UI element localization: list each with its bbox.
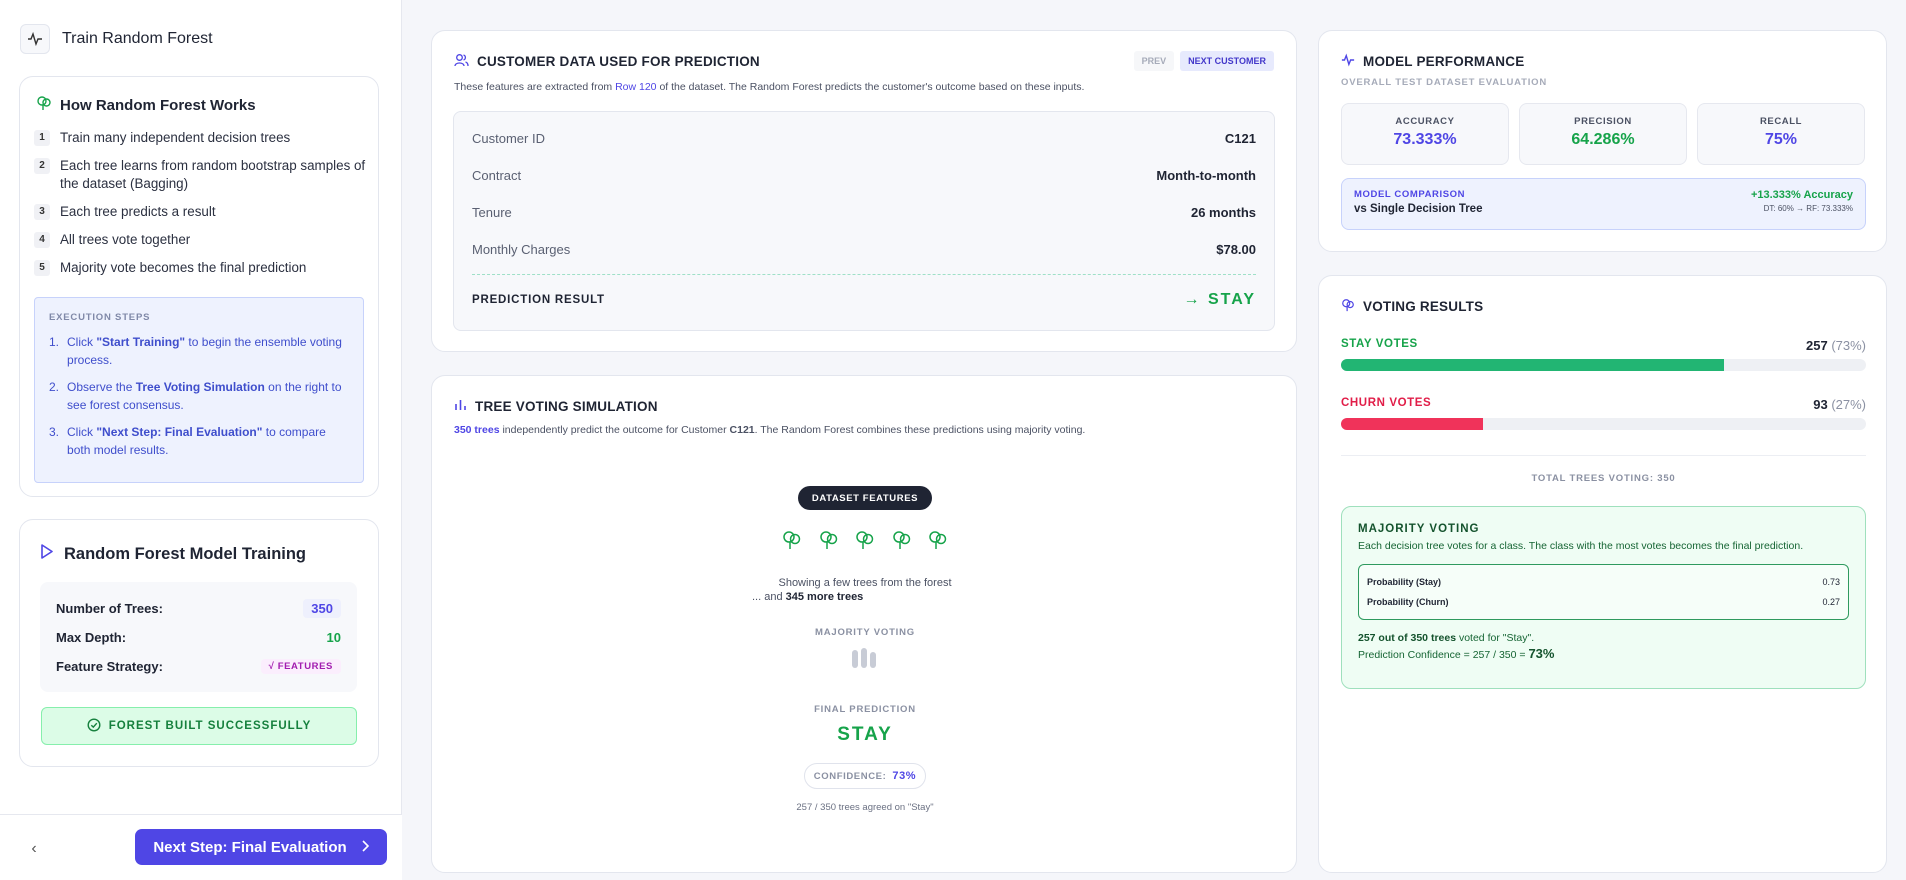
users-icon xyxy=(454,53,469,70)
list-item: 4 All trees vote together xyxy=(34,231,368,249)
model-training-card: Random Forest Model Training Number of T… xyxy=(19,519,379,767)
training-params: Number of Trees: 350 Max Depth: 10 Feature… xyxy=(40,582,357,692)
churn-votes-fill xyxy=(1341,418,1483,430)
customer-data-table: Customer ID C121 Contract Month-to-month T… xyxy=(453,111,1275,331)
metric-accuracy: ACCURACY 73.333% xyxy=(1341,103,1509,165)
model-performance-heading: MODEL PERFORMANCE xyxy=(1341,53,1524,70)
prediction-result-row: PREDICTION RESULT → STAY xyxy=(472,274,1256,316)
confidence-pill: CONFIDENCE: 73% xyxy=(804,763,926,789)
how-it-works-title: How Random Forest Works xyxy=(60,96,256,114)
customer-data-subtext: These features are extracted from Row 12… xyxy=(454,81,1085,93)
list-item: 3 Each tree predicts a result xyxy=(34,203,368,221)
final-prediction-value: STAY xyxy=(837,724,893,745)
stay-votes-bar xyxy=(1341,359,1866,371)
metric-precision: PRECISION 64.286% xyxy=(1519,103,1687,165)
tree-icon xyxy=(892,530,912,555)
customer-nav: PREV NEXT CUSTOMER xyxy=(1133,51,1274,71)
prev-customer-button[interactable]: PREV xyxy=(1133,51,1175,71)
churn-votes-bar xyxy=(1341,418,1866,430)
param-strategy: Feature Strategy: √ FEATURES xyxy=(56,652,341,681)
majority-voting-label: MAJORITY VOTING xyxy=(815,627,915,638)
churn-votes-row: CHURN VOTES 93 (27%) xyxy=(1341,397,1866,430)
list-item: 5 Majority vote becomes the final predict… xyxy=(34,259,368,277)
tree-icon xyxy=(36,95,52,115)
voting-results-card: VOTING RESULTS STAY VOTES 257 (73%) CHURN… xyxy=(1318,275,1887,873)
final-prediction-label: FINAL PREDICTION xyxy=(814,704,916,715)
tree-voting-subtext: 350 trees independently predict the outc… xyxy=(454,424,1086,436)
activity-icon xyxy=(1341,53,1355,70)
table-row: Monthly Charges $78.00 xyxy=(472,242,1256,257)
tree-icons xyxy=(782,530,948,555)
majority-summary: 257 out of 350 trees voted for "Stay". P… xyxy=(1358,632,1555,661)
list-item: 1 Train many independent decision trees xyxy=(34,129,368,147)
list-item: 2. Observe the Tree Voting Simulation on … xyxy=(49,380,342,412)
tree-icon xyxy=(855,530,875,555)
stay-votes-fill xyxy=(1341,359,1725,371)
majority-voting-box: MAJORITY VOTING Each decision tree votes… xyxy=(1341,506,1866,689)
next-step-button[interactable]: Next Step: Final Evaluation xyxy=(135,829,387,865)
tree-voting-card: TREE VOTING SIMULATION 350 trees indepen… xyxy=(431,375,1297,873)
chevron-right-icon xyxy=(361,839,369,856)
total-trees-voting: TOTAL TREES VOTING: 350 xyxy=(1531,473,1676,484)
forest-note: Showing a few trees from the forest ... … xyxy=(752,577,952,603)
back-button[interactable]: ‹ xyxy=(22,837,46,861)
activity-icon xyxy=(20,24,50,54)
execution-steps-box: EXECUTION STEPS 1. Click "Start Training"… xyxy=(34,297,364,483)
tree-icon xyxy=(819,530,839,555)
table-row: Probability (Churn) 0.27 xyxy=(1367,597,1840,607)
sidebar-title: Train Random Forest xyxy=(62,30,213,47)
model-performance-subtitle: OVERALL TEST DATASET EVALUATION xyxy=(1341,77,1548,88)
sidebar-footer: ‹ Next Step: Final Evaluation xyxy=(0,814,402,880)
execution-steps-label: EXECUTION STEPS xyxy=(49,312,151,323)
tree-icon xyxy=(782,530,802,555)
prediction-result-value: → STAY xyxy=(1183,290,1256,308)
tree-icon xyxy=(1341,298,1355,315)
model-performance-card: MODEL PERFORMANCE OVERALL TEST DATASET E… xyxy=(1318,30,1887,252)
customer-data-heading: CUSTOMER DATA USED FOR PREDICTION xyxy=(454,53,760,70)
voting-results-heading: VOTING RESULTS xyxy=(1341,298,1483,315)
how-it-works-heading: How Random Forest Works xyxy=(36,95,256,115)
next-customer-button[interactable]: NEXT CUSTOMER xyxy=(1180,51,1274,71)
table-row: Contract Month-to-month xyxy=(472,168,1256,183)
table-row: Customer ID C121 xyxy=(472,131,1256,146)
tree-voting-heading: TREE VOTING SIMULATION xyxy=(454,398,658,414)
list-item: 3. Click "Next Step: Final Evaluation" to… xyxy=(49,425,326,457)
bar-chart-icon xyxy=(454,398,467,414)
how-steps-list: 1 Train many independent decision trees 2… xyxy=(34,129,368,287)
tree-icon xyxy=(928,530,948,555)
table-row: Probability (Stay) 0.73 xyxy=(1367,577,1840,587)
sidebar: Train Random Forest How Random Forest Wo… xyxy=(0,0,402,880)
check-circle-icon xyxy=(87,717,101,735)
probability-box: Probability (Stay) 0.73 Probability (Chur… xyxy=(1358,564,1849,620)
customer-data-card: CUSTOMER DATA USED FOR PREDICTION These … xyxy=(431,30,1297,352)
voting-bars-icon xyxy=(852,648,876,668)
metric-recall: RECALL 75% xyxy=(1697,103,1865,165)
forest-built-status: FOREST BUILT SUCCESSFULLY xyxy=(41,707,357,745)
model-comparison-box: MODEL COMPARISON vs Single Decision Tree… xyxy=(1341,178,1866,230)
model-training-heading: Random Forest Model Training xyxy=(40,544,306,564)
list-item: 2 Each tree learns from random bootstrap … xyxy=(34,157,368,193)
stay-votes-row: STAY VOTES 257 (73%) xyxy=(1341,338,1866,371)
list-item: 1. Click "Start Training" to begin the en… xyxy=(49,335,342,367)
divider xyxy=(1341,455,1866,456)
param-trees: Number of Trees: 350 xyxy=(56,594,341,623)
table-row: Tenure 26 months xyxy=(472,205,1256,220)
param-depth: Max Depth: 10 xyxy=(56,630,341,645)
play-icon xyxy=(40,544,54,564)
accuracy-gain: +13.333% Accuracy xyxy=(1750,189,1853,201)
trees-agreed-text: 257 / 350 trees agreed on "Stay" xyxy=(796,802,934,813)
sidebar-header: Train Random Forest xyxy=(0,0,401,78)
how-it-works-card: How Random Forest Works 1 Train many inde… xyxy=(19,76,379,497)
dataset-features-pill: DATASET FEATURES xyxy=(798,486,932,510)
